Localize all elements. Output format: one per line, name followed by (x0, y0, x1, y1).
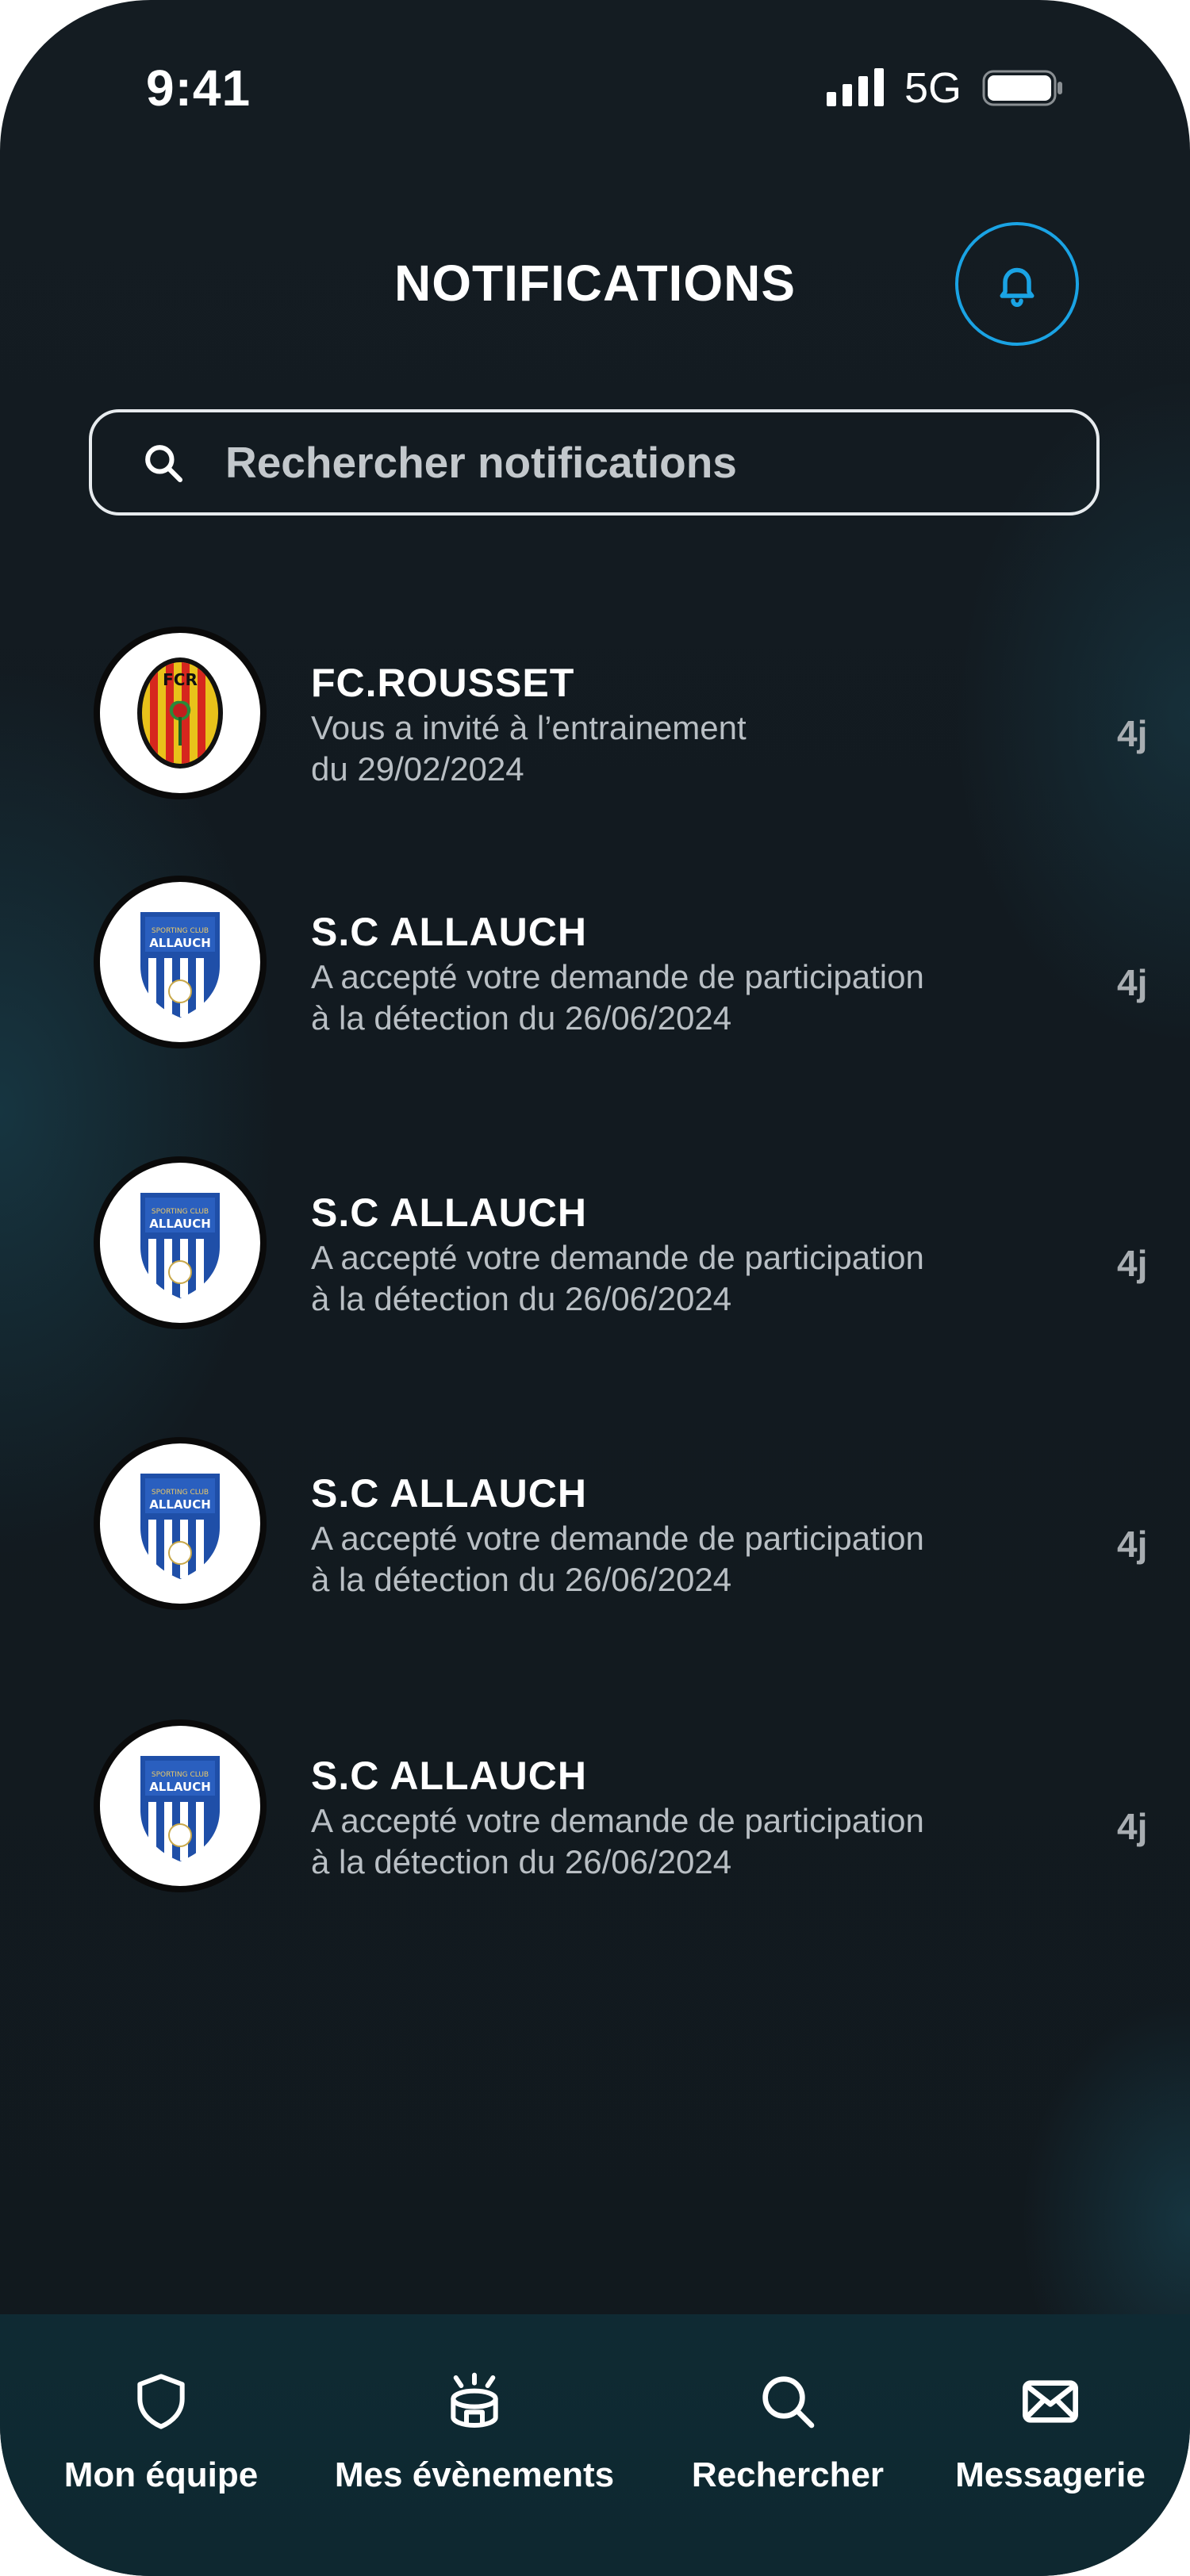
nav-item-mes-evenements[interactable]: Mes évènements (316, 2370, 633, 2495)
notification-message-line2: à la détection du 26/06/2024 (311, 999, 732, 1037)
nav-label: Rechercher (691, 2455, 885, 2494)
club-avatar: SPORTING CLUB ALLAUCH (94, 1437, 267, 1610)
nav-label: Mon équipe (63, 2455, 259, 2494)
notifications-bell-button[interactable] (955, 222, 1079, 346)
svg-text:FCR: FCR (163, 670, 198, 689)
club-avatar: SPORTING CLUB ALLAUCH (94, 876, 267, 1048)
notification-age: 4j (1117, 713, 1148, 754)
search-icon (145, 445, 183, 483)
svg-text:SPORTING CLUB: SPORTING CLUB (152, 1489, 209, 1497)
notification-age: 4j (1117, 1524, 1148, 1565)
notification-club-name: FC.ROUSSET (311, 661, 575, 705)
page-title: NOTIFICATIONS (394, 255, 796, 312)
notification-age: 4j (1117, 1806, 1148, 1847)
bottom-navigation: Mon équipe Mes évènements Rechercher Mes… (0, 2314, 1190, 2576)
svg-text:SPORTING CLUB: SPORTING CLUB (152, 1771, 209, 1779)
notification-message: A accepté votre demande de participation (311, 1239, 924, 1276)
sc-allauch-crest-icon: SPORTING CLUB ALLAUCH (140, 1193, 220, 1298)
notification-age: 4j (1117, 962, 1148, 1003)
network-label: 5G (904, 64, 962, 112)
nav-label: Mes évènements (334, 2455, 615, 2494)
nav-item-messagerie[interactable]: Messagerie (939, 2370, 1161, 2495)
svg-text:ALLAUCH: ALLAUCH (149, 1780, 211, 1794)
notification-message: A accepté votre demande de participation (311, 958, 924, 995)
notification-item[interactable]: FCR FC.ROUSSET Vous a invité à l’entrain… (89, 627, 1184, 809)
nav-item-rechercher[interactable]: Rechercher (674, 2370, 901, 2495)
search-icon (762, 2376, 815, 2428)
nav-item-mon-equipe[interactable]: Mon équipe (46, 2370, 276, 2495)
nav-label: Messagerie (955, 2455, 1146, 2494)
club-avatar: SPORTING CLUB ALLAUCH (94, 1156, 267, 1329)
notification-item[interactable]: SPORTING CLUB ALLAUCH S.C ALLAUCH A acce… (89, 1156, 1184, 1339)
notification-message-line2: à la détection du 26/06/2024 (311, 1280, 732, 1317)
svg-text:ALLAUCH: ALLAUCH (149, 1497, 211, 1512)
notification-club-name: S.C ALLAUCH (311, 1190, 588, 1235)
sc-allauch-crest-icon: SPORTING CLUB ALLAUCH (140, 912, 220, 1018)
signal-icon (827, 68, 884, 106)
notification-message: A accepté votre demande de participation (311, 1802, 924, 1839)
notification-message-line2: à la détection du 26/06/2024 (311, 1843, 732, 1880)
sc-allauch-crest-icon: SPORTING CLUB ALLAUCH (140, 1756, 220, 1861)
notification-club-name: S.C ALLAUCH (311, 1754, 588, 1798)
notification-message: Vous a invité à l’entrainement (311, 709, 747, 746)
bell-icon (1000, 267, 1035, 307)
club-avatar: FCR (94, 627, 267, 799)
notification-item[interactable]: SPORTING CLUB ALLAUCH S.C ALLAUCH A acce… (89, 876, 1184, 1058)
sc-allauch-crest-icon: SPORTING CLUB ALLAUCH (140, 1474, 220, 1579)
svg-text:ALLAUCH: ALLAUCH (149, 936, 211, 950)
notification-item[interactable]: SPORTING CLUB ALLAUCH S.C ALLAUCH A acce… (89, 1437, 1184, 1620)
mail-icon (1023, 2380, 1078, 2423)
svg-text:ALLAUCH: ALLAUCH (149, 1217, 211, 1231)
status-time: 9:41 (146, 59, 251, 117)
svg-text:SPORTING CLUB: SPORTING CLUB (152, 927, 209, 935)
battery-icon (982, 70, 1062, 106)
fc-rousset-crest-icon: FCR (137, 657, 223, 769)
notification-message: A accepté votre demande de participation (311, 1520, 924, 1557)
app-screen: 9:41 5G NOTIFICATIONS Rechercher notific… (0, 0, 1190, 2576)
search-input[interactable] (224, 430, 1068, 495)
notification-message-line2: du 29/02/2024 (311, 750, 524, 788)
notification-age: 4j (1117, 1243, 1148, 1284)
svg-text:SPORTING CLUB: SPORTING CLUB (152, 1208, 209, 1216)
notification-message-line2: à la détection du 26/06/2024 (311, 1561, 732, 1598)
notification-club-name: S.C ALLAUCH (311, 1471, 588, 1516)
club-avatar: SPORTING CLUB ALLAUCH (94, 1719, 267, 1892)
shield-icon (137, 2374, 185, 2429)
notification-item[interactable]: SPORTING CLUB ALLAUCH S.C ALLAUCH A acce… (89, 1719, 1184, 1902)
notification-club-name: S.C ALLAUCH (311, 910, 588, 954)
stadium-icon (451, 2372, 498, 2428)
search-box[interactable] (89, 409, 1100, 516)
